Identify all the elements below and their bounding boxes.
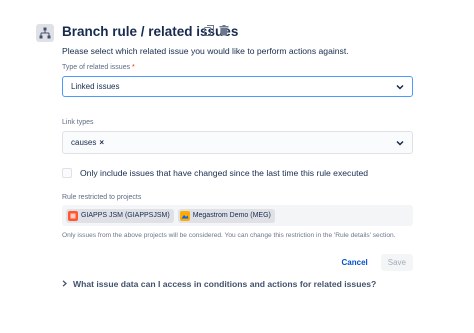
- changed-only-label: Only include issues that have changed si…: [80, 168, 369, 178]
- projects-helper-text: Only issues from the above projects will…: [62, 232, 396, 239]
- project-tag: GIAPPS JSM (GIAPPSJSM): [66, 208, 174, 223]
- chevron-right-icon: [62, 279, 67, 289]
- changed-only-checkbox[interactable]: [62, 168, 72, 178]
- save-button[interactable]: Save: [380, 254, 413, 271]
- link-type-tag: causes ×: [71, 138, 105, 147]
- chevron-down-icon: [396, 84, 404, 90]
- cancel-button[interactable]: Cancel: [335, 254, 375, 271]
- changed-only-option[interactable]: Only include issues that have changed si…: [62, 168, 368, 178]
- project-avatar-icon: [179, 210, 190, 221]
- projects-label: Rule restricted to projects: [62, 194, 142, 201]
- remove-tag-icon[interactable]: ×: [99, 138, 104, 147]
- related-type-select[interactable]: Linked issues: [62, 76, 413, 97]
- copy-icon[interactable]: [204, 25, 214, 36]
- projects-box: GIAPPS JSM (GIAPPSJSM) Megastrom Demo (M…: [62, 205, 413, 226]
- faq-expander[interactable]: What issue data can I access in conditio…: [62, 279, 376, 289]
- description-text: Please select which related issue you wo…: [62, 46, 349, 56]
- related-type-label: Type of related issues *: [62, 64, 135, 71]
- project-tag: Megastrom Demo (MEG): [177, 208, 275, 223]
- link-types-select[interactable]: causes ×: [62, 131, 413, 154]
- trash-icon[interactable]: [219, 25, 229, 36]
- faq-label: What issue data can I access in conditio…: [73, 279, 377, 289]
- related-type-value: Linked issues: [71, 82, 120, 91]
- branch-icon: [36, 24, 54, 42]
- chevron-down-icon: [396, 140, 404, 146]
- link-types-label: Link types: [62, 119, 94, 126]
- project-avatar-icon: [68, 210, 78, 221]
